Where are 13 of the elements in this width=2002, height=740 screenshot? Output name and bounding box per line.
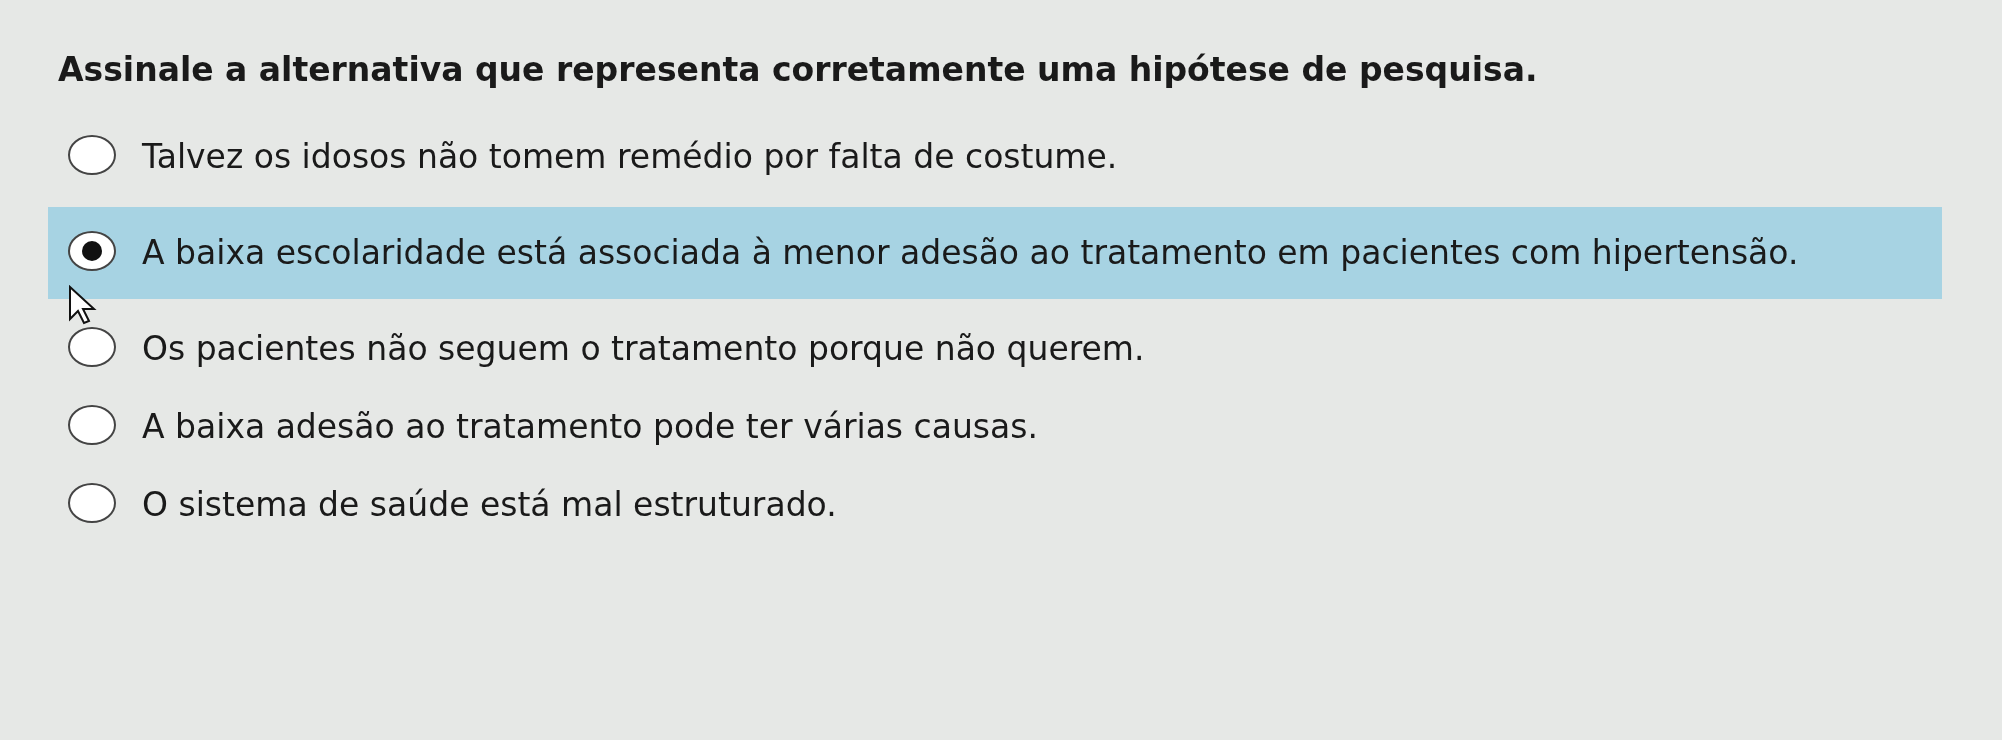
radio-dot-icon bbox=[82, 241, 102, 261]
radio-button[interactable] bbox=[68, 483, 116, 523]
option-label[interactable]: A baixa adesão ao tratamento pode ter várias causas. bbox=[142, 403, 1038, 451]
mouse-cursor-icon bbox=[68, 285, 98, 325]
radio-button[interactable] bbox=[68, 405, 116, 445]
radio-button[interactable] bbox=[68, 135, 116, 175]
option-label[interactable]: Talvez os idosos não tomem remédio por falta de costume. bbox=[142, 133, 1118, 181]
radio-button[interactable] bbox=[68, 327, 116, 367]
option-label[interactable]: A baixa escolaridade está associada à menor adesão ao tratamento em pacientes com hipertensão. bbox=[142, 229, 1799, 277]
option-label[interactable]: Os pacientes não seguem o tratamento porque não querem. bbox=[142, 325, 1145, 373]
option-label[interactable]: O sistema de saúde está mal estruturado. bbox=[142, 481, 837, 529]
radio-button[interactable] bbox=[68, 231, 116, 271]
question-text: Assinale a alternativa que representa corretamente uma hipótese de pesquisa. bbox=[57, 50, 1539, 89]
